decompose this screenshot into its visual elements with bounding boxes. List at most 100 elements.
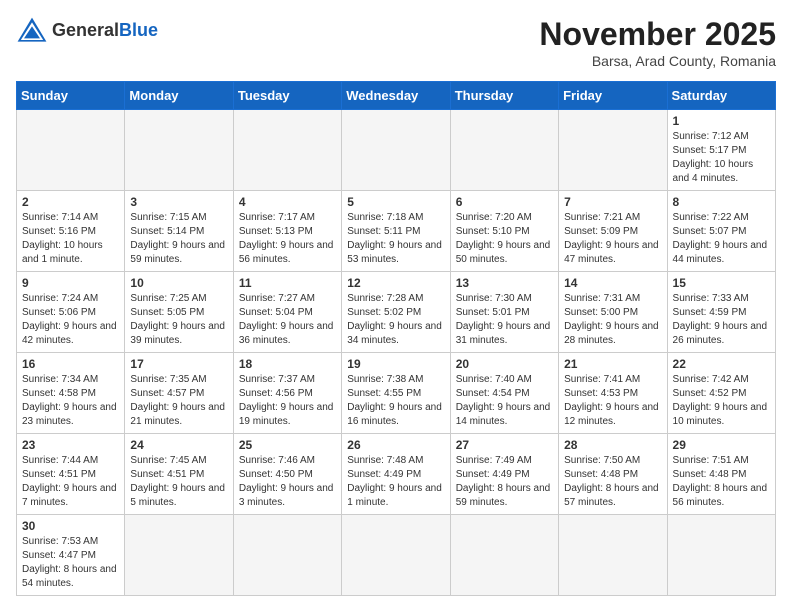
calendar-cell: 12 Sunrise: 7:28 AM Sunset: 5:02 PM Dayli… [342, 272, 450, 353]
day-info: Sunrise: 7:14 AM Sunset: 5:16 PM Dayligh… [22, 211, 119, 267]
weekday-row: SundayMondayTuesdayWednesdayThursdayFrid… [17, 82, 776, 110]
calendar-cell: 16Sunrise: 7:34 AM Sunset: 4:58 PM Dayli… [17, 353, 125, 434]
day-info: Sunrise: 7:15 AM Sunset: 5:14 PM Dayligh… [130, 211, 227, 267]
weekday-header-monday: Monday [125, 82, 233, 110]
day-info: Sunrise: 7:18 AM Sunset: 5:11 PM Dayligh… [347, 211, 444, 267]
day-info: Sunrise: 7:17 AM Sunset: 5:13 PM Dayligh… [239, 211, 336, 267]
day-number: 12 [347, 276, 444, 290]
day-info: Sunrise: 7:24 AM Sunset: 5:06 PM Dayligh… [22, 292, 119, 348]
week-row-3: 16Sunrise: 7:34 AM Sunset: 4:58 PM Dayli… [17, 353, 776, 434]
day-number: 10 [130, 276, 227, 290]
day-number: 18 [239, 357, 336, 371]
calendar-cell: 1 Sunrise: 7:12 AM Sunset: 5:17 PM Daylig… [667, 110, 775, 191]
calendar-cell: 8 Sunrise: 7:22 AM Sunset: 5:07 PM Daylig… [667, 191, 775, 272]
weekday-header-friday: Friday [559, 82, 667, 110]
calendar-cell: 5 Sunrise: 7:18 AM Sunset: 5:11 PM Daylig… [342, 191, 450, 272]
day-number: 21 [564, 357, 661, 371]
header: GeneralBlue November 2025 Barsa, Arad Co… [16, 16, 776, 69]
day-number: 2 [22, 195, 119, 209]
day-info: Sunrise: 7:44 AM Sunset: 4:51 PM Dayligh… [22, 454, 119, 510]
day-info: Sunrise: 7:42 AM Sunset: 4:52 PM Dayligh… [673, 373, 770, 429]
day-number: 27 [456, 438, 553, 452]
day-number: 13 [456, 276, 553, 290]
day-info: Sunrise: 7:31 AM Sunset: 5:00 PM Dayligh… [564, 292, 661, 348]
day-info: Sunrise: 7:33 AM Sunset: 4:59 PM Dayligh… [673, 292, 770, 348]
calendar-cell [17, 110, 125, 191]
day-info: Sunrise: 7:25 AM Sunset: 5:05 PM Dayligh… [130, 292, 227, 348]
weekday-header-thursday: Thursday [450, 82, 558, 110]
day-number: 8 [673, 195, 770, 209]
calendar-cell: 26Sunrise: 7:48 AM Sunset: 4:49 PM Dayli… [342, 434, 450, 515]
week-row-5: 30 Sunrise: 7:53 AM Sunset: 4:47 PM Dayli… [17, 515, 776, 596]
calendar-cell [559, 515, 667, 596]
month-title: November 2025 [539, 16, 776, 53]
weekday-header-sunday: Sunday [17, 82, 125, 110]
week-row-1: 2 Sunrise: 7:14 AM Sunset: 5:16 PM Daylig… [17, 191, 776, 272]
day-number: 15 [673, 276, 770, 290]
calendar-cell: 22 Sunrise: 7:42 AM Sunset: 4:52 PM Dayli… [667, 353, 775, 434]
calendar-cell: 4Sunrise: 7:17 AM Sunset: 5:13 PM Daylig… [233, 191, 341, 272]
calendar-cell: 7Sunrise: 7:21 AM Sunset: 5:09 PM Daylig… [559, 191, 667, 272]
day-number: 30 [22, 519, 119, 533]
calendar-cell: 21 Sunrise: 7:41 AM Sunset: 4:53 PM Dayli… [559, 353, 667, 434]
calendar-cell: 6Sunrise: 7:20 AM Sunset: 5:10 PM Daylig… [450, 191, 558, 272]
calendar-cell [450, 110, 558, 191]
calendar-cell: 20Sunrise: 7:40 AM Sunset: 4:54 PM Dayli… [450, 353, 558, 434]
day-number: 6 [456, 195, 553, 209]
week-row-2: 9Sunrise: 7:24 AM Sunset: 5:06 PM Daylig… [17, 272, 776, 353]
day-number: 17 [130, 357, 227, 371]
calendar-cell: 10 Sunrise: 7:25 AM Sunset: 5:05 PM Dayli… [125, 272, 233, 353]
day-number: 1 [673, 114, 770, 128]
day-number: 25 [239, 438, 336, 452]
calendar-cell [233, 515, 341, 596]
day-number: 11 [239, 276, 336, 290]
calendar-cell: 9Sunrise: 7:24 AM Sunset: 5:06 PM Daylig… [17, 272, 125, 353]
week-row-0: 1 Sunrise: 7:12 AM Sunset: 5:17 PM Daylig… [17, 110, 776, 191]
calendar-cell: 13Sunrise: 7:30 AM Sunset: 5:01 PM Dayli… [450, 272, 558, 353]
calendar-cell: 29 Sunrise: 7:51 AM Sunset: 4:48 PM Dayli… [667, 434, 775, 515]
day-info: Sunrise: 7:28 AM Sunset: 5:02 PM Dayligh… [347, 292, 444, 348]
calendar-cell: 25 Sunrise: 7:46 AM Sunset: 4:50 PM Dayli… [233, 434, 341, 515]
calendar-cell: 23Sunrise: 7:44 AM Sunset: 4:51 PM Dayli… [17, 434, 125, 515]
calendar-cell [125, 110, 233, 191]
logo: GeneralBlue [16, 16, 158, 44]
day-number: 24 [130, 438, 227, 452]
calendar-cell: 14Sunrise: 7:31 AM Sunset: 5:00 PM Dayli… [559, 272, 667, 353]
day-number: 7 [564, 195, 661, 209]
day-number: 5 [347, 195, 444, 209]
location-title: Barsa, Arad County, Romania [539, 53, 776, 69]
day-number: 22 [673, 357, 770, 371]
weekday-header-saturday: Saturday [667, 82, 775, 110]
calendar-cell [342, 515, 450, 596]
calendar-cell: 11Sunrise: 7:27 AM Sunset: 5:04 PM Dayli… [233, 272, 341, 353]
day-info: Sunrise: 7:49 AM Sunset: 4:49 PM Dayligh… [456, 454, 553, 510]
day-info: Sunrise: 7:45 AM Sunset: 4:51 PM Dayligh… [130, 454, 227, 510]
day-number: 29 [673, 438, 770, 452]
day-number: 16 [22, 357, 119, 371]
day-info: Sunrise: 7:37 AM Sunset: 4:56 PM Dayligh… [239, 373, 336, 429]
day-number: 26 [347, 438, 444, 452]
day-info: Sunrise: 7:22 AM Sunset: 5:07 PM Dayligh… [673, 211, 770, 267]
day-number: 20 [456, 357, 553, 371]
calendar-cell [125, 515, 233, 596]
day-info: Sunrise: 7:50 AM Sunset: 4:48 PM Dayligh… [564, 454, 661, 510]
calendar-header: SundayMondayTuesdayWednesdayThursdayFrid… [17, 82, 776, 110]
day-info: Sunrise: 7:51 AM Sunset: 4:48 PM Dayligh… [673, 454, 770, 510]
calendar-cell: 18 Sunrise: 7:37 AM Sunset: 4:56 PM Dayli… [233, 353, 341, 434]
day-number: 3 [130, 195, 227, 209]
day-info: Sunrise: 7:12 AM Sunset: 5:17 PM Dayligh… [673, 130, 770, 186]
calendar-cell: 28Sunrise: 7:50 AM Sunset: 4:48 PM Dayli… [559, 434, 667, 515]
day-info: Sunrise: 7:53 AM Sunset: 4:47 PM Dayligh… [22, 535, 119, 591]
logo-icon [16, 16, 48, 44]
day-info: Sunrise: 7:41 AM Sunset: 4:53 PM Dayligh… [564, 373, 661, 429]
day-number: 19 [347, 357, 444, 371]
calendar-cell [667, 515, 775, 596]
calendar-cell [233, 110, 341, 191]
calendar-cell: 24 Sunrise: 7:45 AM Sunset: 4:51 PM Dayli… [125, 434, 233, 515]
weekday-header-wednesday: Wednesday [342, 82, 450, 110]
week-row-4: 23Sunrise: 7:44 AM Sunset: 4:51 PM Dayli… [17, 434, 776, 515]
logo-text: GeneralBlue [52, 20, 158, 41]
day-info: Sunrise: 7:46 AM Sunset: 4:50 PM Dayligh… [239, 454, 336, 510]
calendar-cell [450, 515, 558, 596]
weekday-header-tuesday: Tuesday [233, 82, 341, 110]
